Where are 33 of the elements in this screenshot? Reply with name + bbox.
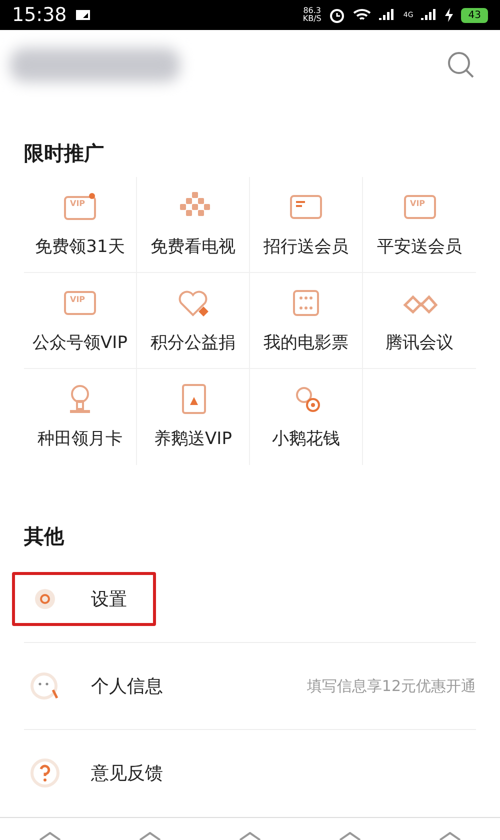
promo-item[interactable]: 种田领月卡 [24, 369, 137, 465]
tab-icon[interactable] [238, 832, 262, 840]
promo-item[interactable]: VIP 公众号领VIP [24, 273, 137, 369]
promo-item[interactable]: 免费看电视 [137, 177, 250, 273]
tab-icon[interactable] [38, 832, 62, 840]
menu-item[interactable]: 意见反馈 [12, 746, 192, 800]
promo-item[interactable]: 积分公益捐 [137, 273, 250, 369]
section-title: 其他 [24, 523, 66, 550]
section-title: 限时推广 [24, 140, 105, 167]
signal-icon [421, 8, 438, 22]
promo-item[interactable]: 招行送会员 [250, 177, 363, 273]
image-icon [74, 9, 91, 21]
menu-item[interactable]: 设置 [12, 572, 156, 626]
promo-item[interactable]: VIP 免费领31天 [24, 177, 137, 273]
search-icon[interactable] [446, 50, 476, 80]
tab-icon[interactable] [338, 832, 362, 840]
menu-item[interactable]: 个人信息 [12, 659, 192, 713]
promo-item[interactable]: 腾讯会议 [363, 273, 476, 369]
battery-level: 43 [461, 8, 488, 22]
signal-icon [379, 8, 396, 22]
network-speed: 86.3 KB/S [302, 7, 322, 23]
promo-item[interactable]: VIP 平安送会员 [363, 177, 476, 273]
promo-item[interactable]: 养鹅送VIP [137, 369, 250, 465]
tab-icon[interactable] [438, 832, 462, 840]
promo-hint: 填写信息享12元优惠开通 [306, 676, 476, 696]
question-icon [29, 757, 61, 789]
promo-item[interactable]: 我的电影票 [250, 273, 363, 369]
alarm-icon [329, 7, 346, 23]
wifi-icon [353, 8, 372, 22]
charging-icon [445, 8, 454, 22]
tab-icon[interactable] [138, 832, 162, 840]
promo-item[interactable]: 小鹅花钱 [250, 369, 363, 465]
clock-time: 15:38 [12, 4, 67, 26]
